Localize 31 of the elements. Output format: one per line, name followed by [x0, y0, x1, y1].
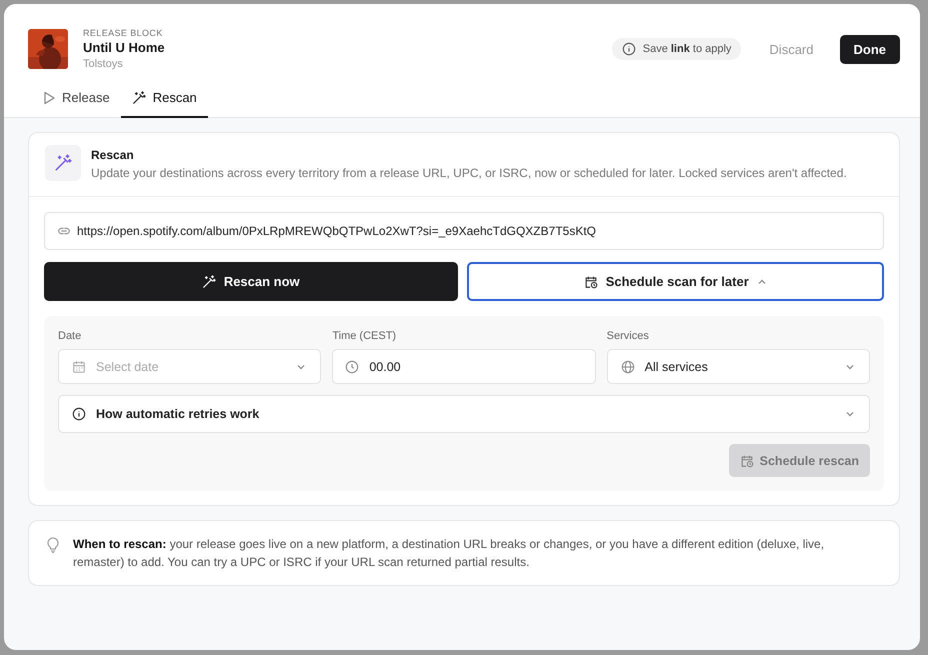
calendar-clock-icon [740, 454, 754, 468]
play-icon [43, 90, 55, 104]
rescan-now-button[interactable]: Rescan now [44, 262, 458, 301]
rescan-tip: When to rescan: your release goes live on a new platform, a destination URL breaks or changes, or you have a different edition (deluxe, live, remaster) to add. You can try a UPC or ISRC if your URL scan returned partial results. [73, 536, 826, 571]
schedule-later-button[interactable]: Schedule scan for later [466, 262, 884, 301]
release-title: Until U Home [83, 38, 165, 56]
url-field[interactable]: https://open.spotify.com/album/0PxLRpMREWQbQTPwLo2XwT?si=_e9XaehcTdGQXZB7T5sKtQ [44, 212, 884, 250]
magic-wand-icon [132, 90, 146, 104]
magic-wand-icon [202, 274, 216, 288]
chevron-down-icon [845, 409, 855, 419]
tab[interactable]: Release [32, 90, 121, 118]
lightbulb-icon [47, 537, 59, 553]
time-field[interactable]: 00.00 [332, 349, 596, 384]
retries-accordion[interactable]: How automatic retries work [58, 395, 870, 433]
calendar-clock-icon [584, 274, 598, 288]
globe-icon [620, 360, 635, 374]
done-button[interactable]: Done [840, 34, 900, 64]
section-description: Update your destinations across every territory from a release URL, UPC, or ISRC, now or scheduled for later. Locked services aren't affected. [91, 165, 847, 182]
calendar-icon [72, 360, 86, 374]
field-label: Date [58, 330, 82, 342]
tab[interactable]: Rescan [120, 90, 208, 118]
services-dropdown[interactable]: All services [606, 349, 870, 384]
magic-wand-icon [54, 154, 72, 172]
info-icon [72, 407, 86, 421]
artist-name: Tolstoys [83, 56, 124, 70]
field-label: Services [606, 330, 650, 342]
info-icon [622, 42, 636, 56]
field-label: Time (CEST) [332, 330, 398, 342]
section-title: Rescan [91, 147, 135, 163]
eyebrow-label: RELEASE BLOCK [83, 28, 164, 38]
save-hint-text: Save link to apply [642, 43, 732, 55]
